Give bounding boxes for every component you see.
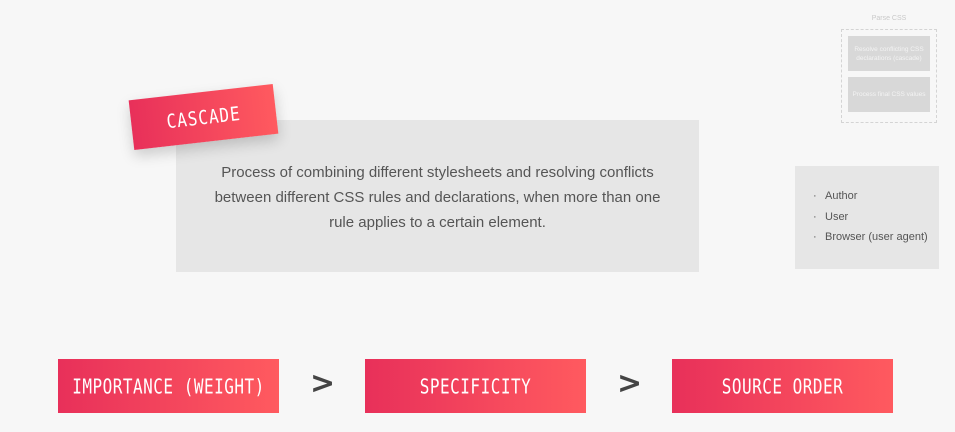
priority-specificity: SPECIFICITY xyxy=(365,359,586,413)
greater-than-separator: > xyxy=(310,366,336,401)
cascade-tag-label: CASCADE xyxy=(165,101,242,133)
cascade-description-box: Process of combining different styleshee… xyxy=(176,120,699,272)
source-item-browser: Browser (user agent) xyxy=(813,227,939,248)
parse-css-title: Parse CSS xyxy=(871,15,907,22)
priority-specificity-label: SPECIFICITY xyxy=(419,373,532,399)
source-item-user: User xyxy=(813,207,939,228)
parse-step-final-values: Process final CSS values xyxy=(848,77,930,112)
cascade-description: Process of combining different styleshee… xyxy=(214,164,661,231)
priority-source-order: SOURCE ORDER xyxy=(672,359,893,413)
priority-importance: IMPORTANCE (WEIGHT) xyxy=(58,359,279,413)
parse-step-cascade: Resolve conflicting CSS declarations (ca… xyxy=(848,36,930,71)
source-item-author: Author xyxy=(813,186,939,207)
sources-list: Author User Browser (user agent) xyxy=(795,166,939,269)
priority-importance-label: IMPORTANCE (WEIGHT) xyxy=(72,373,265,399)
parse-css-diagram: Parse CSS Resolve conflicting CSS declar… xyxy=(841,15,937,123)
greater-than-separator: > xyxy=(617,366,643,401)
parse-css-box: Resolve conflicting CSS declarations (ca… xyxy=(841,29,937,123)
priority-source-order-label: SOURCE ORDER xyxy=(721,373,844,399)
